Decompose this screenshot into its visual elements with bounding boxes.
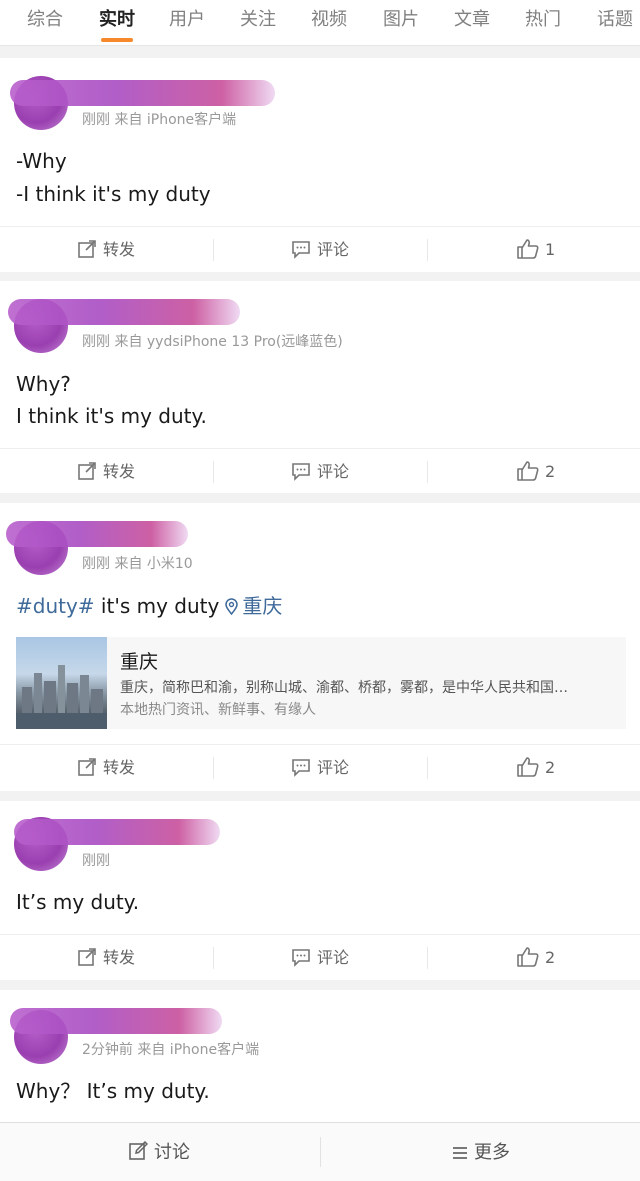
repost-button[interactable]: 转发 [77, 745, 135, 791]
place-title: 重庆 [120, 651, 159, 673]
username-redacted[interactable] [10, 1008, 222, 1034]
more-button[interactable]: 更多 [452, 1123, 510, 1181]
repost-label: 转发 [103, 948, 136, 967]
place-description: 重庆，简称巴和渝，别称山城、渝都、桥都，雾都，是中华人民共和国… [120, 680, 568, 696]
thumbs-up-icon [517, 757, 539, 777]
like-button[interactable]: 2 [517, 935, 555, 981]
like-count: 1 [545, 240, 556, 259]
tab-users[interactable]: 用户 [169, 6, 205, 34]
like-button[interactable]: 2 [517, 745, 555, 791]
like-button[interactable]: 2 [517, 449, 555, 495]
post-action-bar: 转发 评论 1 [0, 226, 640, 272]
divider [213, 239, 214, 261]
like-count: 2 [545, 758, 556, 777]
topic-link[interactable]: #duty# [16, 594, 95, 618]
like-button[interactable]: 1 [517, 227, 555, 273]
post-card[interactable]: 刚刚 It’s my duty. 转发 评论 2 [0, 801, 640, 980]
comment-button[interactable]: 评论 [291, 449, 349, 495]
repost-label: 转发 [103, 240, 136, 259]
menu-icon [453, 1147, 467, 1159]
like-count: 2 [545, 462, 556, 481]
post-text-body: it's my duty [94, 594, 220, 618]
username-redacted[interactable] [10, 80, 275, 106]
thumbs-up-icon [517, 461, 539, 481]
post-meta: 刚刚 [82, 853, 110, 869]
repost-icon [78, 240, 96, 258]
post-action-bar: 转发 评论 2 [0, 744, 640, 790]
post-meta: 刚刚 来自 iPhone客户端 [82, 112, 237, 128]
post-card[interactable]: 刚刚 来自 yydsiPhone 13 Pro(远峰蓝色) Why? I thi… [0, 281, 640, 493]
divider [427, 461, 428, 483]
tab-video[interactable]: 视频 [311, 6, 347, 34]
post-text-line: -I think it's my duty [16, 182, 211, 206]
comment-icon [292, 241, 310, 259]
tab-following[interactable]: 关注 [240, 6, 276, 34]
comment-button[interactable]: 评论 [291, 935, 349, 981]
place-subtitle: 本地热门资讯、新鲜事、有缘人 [120, 702, 316, 718]
discuss-button[interactable]: 讨论 [128, 1123, 190, 1181]
tab-articles[interactable]: 文章 [454, 6, 490, 34]
location-card[interactable]: 重庆 重庆，简称巴和渝，别称山城、渝都、桥都，雾都，是中华人民共和国… 本地热门… [16, 637, 626, 729]
post-text-line: It’s my duty. [16, 890, 140, 914]
post-meta: 刚刚 来自 小米10 [82, 556, 193, 572]
tab-images[interactable]: 图片 [383, 6, 419, 34]
repost-icon [78, 758, 96, 776]
tab-realtime[interactable]: 实时 [99, 6, 135, 34]
edit-icon [129, 1140, 149, 1160]
post-meta: 刚刚 来自 yydsiPhone 13 Pro(远峰蓝色) [82, 334, 343, 350]
city-thumbnail [16, 637, 107, 729]
username-redacted[interactable] [6, 521, 188, 547]
repost-icon [78, 462, 96, 480]
repost-button[interactable]: 转发 [77, 935, 135, 981]
post-card[interactable]: 刚刚 来自 小米10 #duty# it's my duty 重庆 重庆 重庆，简… [0, 503, 640, 791]
divider [213, 757, 214, 779]
bottom-bar: 讨论 更多 [0, 1122, 640, 1181]
divider [213, 461, 214, 483]
divider [320, 1137, 321, 1167]
post-action-bar: 转发 评论 2 [0, 934, 640, 980]
repost-label: 转发 [103, 758, 136, 777]
tab-bar: 综合 实时 用户 关注 视频 图片 文章 热门 话题 [0, 0, 640, 46]
comment-label: 评论 [317, 240, 350, 259]
divider [213, 947, 214, 969]
post-text-line: I think it's my duty. [16, 404, 207, 428]
repost-icon [78, 948, 96, 966]
thumbs-up-icon [517, 947, 539, 967]
username-redacted[interactable] [14, 819, 220, 845]
active-tab-indicator [101, 38, 133, 42]
divider [427, 239, 428, 261]
post-card[interactable]: 刚刚 来自 iPhone客户端 -Why -I think it's my du… [0, 58, 640, 272]
tab-hot[interactable]: 热门 [525, 6, 561, 34]
tab-comprehensive[interactable]: 综合 [27, 6, 63, 34]
post-text-line: -Why [16, 149, 67, 173]
thumbs-up-icon [517, 239, 539, 259]
location-label: 重庆 [242, 594, 283, 618]
comment-button[interactable]: 评论 [291, 745, 349, 791]
more-label: 更多 [474, 1142, 510, 1163]
repost-label: 转发 [103, 462, 136, 481]
post-text: #duty# it's my duty 重庆 [16, 590, 282, 623]
comment-icon [292, 463, 310, 481]
post-card[interactable]: 2分钟前 来自 iPhone客户端 Why？ It’s my duty. [0, 990, 640, 1122]
divider [427, 757, 428, 779]
post-text-line: Why？ It’s my duty. [16, 1079, 210, 1103]
username-redacted[interactable] [8, 299, 240, 325]
comment-label: 评论 [317, 462, 350, 481]
location-tag[interactable]: 重庆 [219, 594, 282, 618]
tab-topics[interactable]: 话题 [597, 6, 633, 34]
repost-button[interactable]: 转发 [77, 227, 135, 273]
comment-button[interactable]: 评论 [291, 227, 349, 273]
like-count: 2 [545, 948, 556, 967]
post-action-bar: 转发 评论 2 [0, 448, 640, 494]
repost-button[interactable]: 转发 [77, 449, 135, 495]
post-text-line: Why? [16, 372, 71, 396]
comment-icon [292, 949, 310, 967]
comment-icon [292, 759, 310, 777]
post-meta: 2分钟前 来自 iPhone客户端 [82, 1042, 260, 1058]
comment-label: 评论 [317, 948, 350, 967]
discuss-label: 讨论 [154, 1142, 190, 1163]
comment-label: 评论 [317, 758, 350, 777]
location-pin-icon [225, 598, 239, 615]
divider [427, 947, 428, 969]
